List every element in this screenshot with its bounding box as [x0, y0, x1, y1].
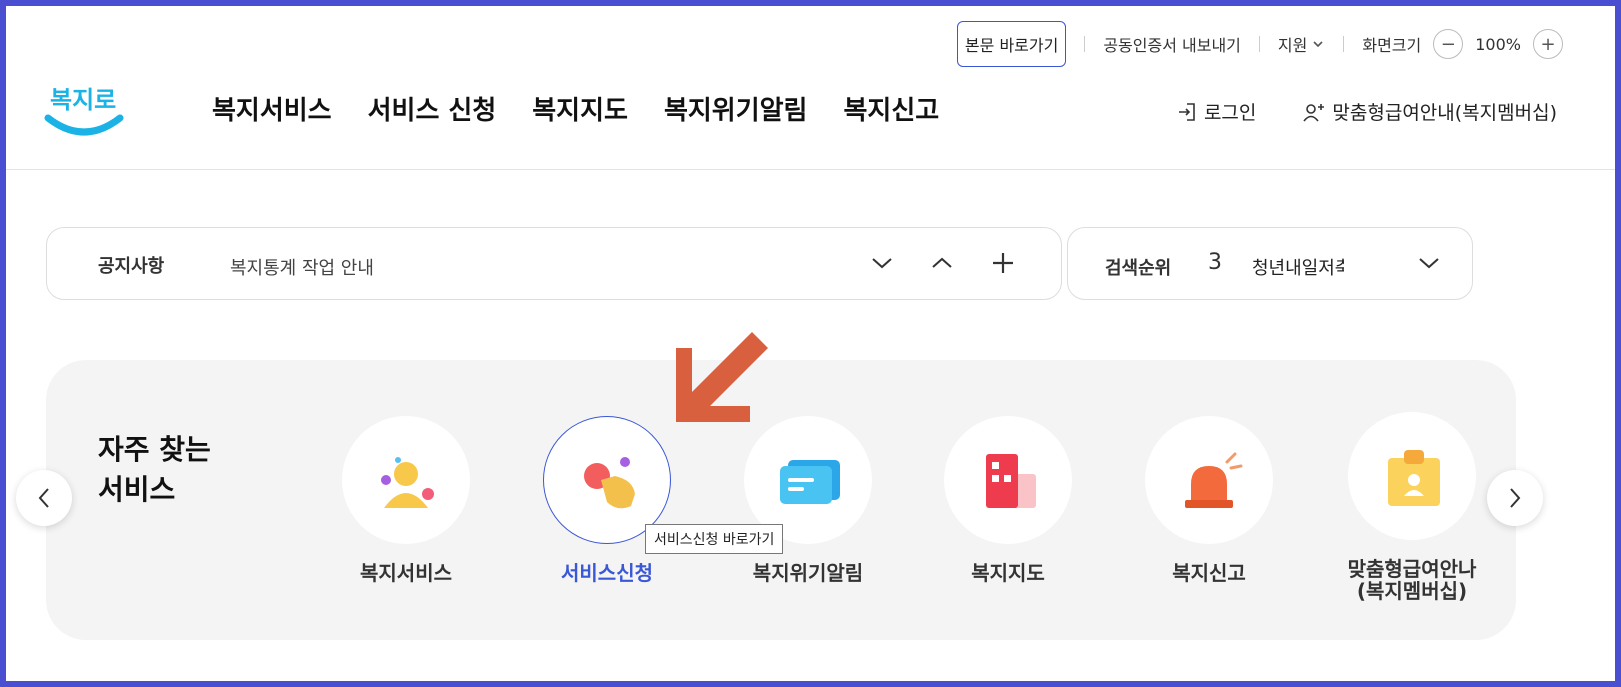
cert-export-link[interactable]: 공동인증서 내보내기 [1103, 32, 1241, 56]
ranking-expand-button[interactable] [1412, 246, 1446, 280]
title-line-1: 자주 찾는 [98, 433, 211, 466]
service-label: 복지서비스 [360, 561, 452, 585]
logo-text: 복지로 [50, 86, 116, 114]
page-frame: 본문 바로가기 공동인증서 내보내기 지원 화면크기 − 100% + 복지로 … [6, 6, 1615, 681]
support-dropdown[interactable]: 지원 [1278, 32, 1325, 56]
membership-link[interactable]: 맞춤형급여안내(복지멤버십) [1302, 98, 1557, 125]
nav-item-crisis-alert[interactable]: 복지위기알림 [664, 90, 808, 127]
login-icon [1178, 102, 1195, 121]
service-item-crisis-alert[interactable]: 복지위기알림 [728, 416, 888, 584]
service-item-welfare-map[interactable]: 복지지도 [928, 416, 1088, 584]
utility-bar: 본문 바로가기 공동인증서 내보내기 지원 화면크기 − 100% + [956, 21, 1563, 67]
message-icon [780, 460, 840, 504]
nav-item-welfare-map[interactable]: 복지지도 [532, 90, 628, 127]
service-label: 복지위기알림 [752, 561, 864, 585]
service-label-line-1: 맞춤형급여안나 [1347, 557, 1477, 581]
zoom-value: 100% [1475, 34, 1521, 54]
zoom-out-button[interactable]: − [1433, 29, 1464, 59]
divider [1084, 36, 1086, 52]
plus-icon [993, 253, 1013, 273]
siren-icon [1185, 452, 1243, 508]
membership-label: 맞춤형급여안내(복지멤버십) [1332, 102, 1557, 124]
service-icon-circle [944, 416, 1072, 544]
account-nav: 로그인 맞춤형급여안내(복지멤버십) [1176, 98, 1557, 125]
frequent-services-title: 자주 찾는 서비스 [98, 430, 211, 510]
zoom-in-button[interactable]: + [1533, 29, 1563, 59]
service-label: 복지신고 [1172, 561, 1246, 585]
notice-prev-button[interactable] [925, 246, 959, 280]
user-plus-icon [1303, 103, 1325, 122]
service-item-membership[interactable]: 맞춤형급여안나 (복지멤버십) [1332, 412, 1492, 602]
divider [1343, 36, 1345, 52]
hand-tap-icon [584, 457, 635, 509]
map-building-icon [986, 454, 1036, 508]
nav-item-welfare-report[interactable]: 복지신고 [843, 90, 939, 127]
header-divider [6, 169, 1615, 170]
search-ranking: 검색순위 3 청년내일저축 [1067, 227, 1473, 300]
ranking-keyword[interactable]: 청년내일저축 [1252, 254, 1344, 280]
login-link[interactable]: 로그인 [1176, 98, 1256, 125]
main-nav: 복지서비스 서비스 신청 복지지도 복지위기알림 복지신고 [212, 90, 939, 127]
service-label: 복지지도 [971, 561, 1045, 585]
frequent-services-panel: 자주 찾는 서비스 복지서비스 서비스신청 복지위기알림 복지지도 복지신고 맞… [46, 360, 1516, 640]
nav-item-welfare-service[interactable]: 복지서비스 [212, 90, 332, 127]
service-icon-circle [1145, 416, 1273, 544]
chevron-down-icon [1313, 41, 1323, 48]
notice-text[interactable]: 복지통계 작업 안내 [230, 254, 374, 280]
support-label: 지원 [1277, 36, 1308, 55]
people-icon [381, 457, 434, 508]
pointer-arrow-icon [676, 332, 768, 422]
chevron-left-icon [38, 488, 49, 508]
ranking-label: 검색순위 [1105, 258, 1172, 279]
carousel-prev-button[interactable] [16, 470, 72, 526]
notice-bar: 공지사항 복지통계 작업 안내 [46, 227, 1062, 300]
chevron-down-icon [872, 258, 892, 269]
chevron-right-icon [1510, 488, 1521, 508]
service-label: 맞춤형급여안나 (복지멤버십) [1332, 558, 1492, 602]
chevron-down-icon [1419, 258, 1439, 269]
screen-size-label: 화면크기 [1362, 36, 1422, 55]
notice-next-button[interactable] [865, 246, 899, 280]
service-item-report[interactable]: 복지신고 [1129, 416, 1289, 584]
service-icon-circle [342, 416, 470, 544]
tooltip: 서비스신청 바로가기 [645, 524, 784, 554]
id-card-icon [1388, 450, 1440, 506]
chevron-up-icon [932, 257, 952, 268]
service-label-line-2: (복지멤버십) [1356, 579, 1468, 603]
login-label: 로그인 [1203, 102, 1257, 124]
notice-more-button[interactable] [986, 246, 1020, 280]
divider [1258, 36, 1260, 52]
notice-label: 공지사항 [98, 256, 165, 277]
nav-item-service-apply[interactable]: 서비스 신청 [368, 90, 497, 127]
ranking-number: 3 [1208, 250, 1222, 275]
skip-to-content-link[interactable]: 본문 바로가기 [956, 21, 1067, 67]
bokjiro-logo[interactable]: 복지로 [44, 74, 124, 142]
service-item-welfare[interactable]: 복지서비스 [326, 416, 486, 584]
service-item-apply[interactable]: 서비스신청 [527, 416, 687, 584]
carousel-next-button[interactable] [1487, 470, 1543, 526]
title-line-2: 서비스 [98, 473, 176, 506]
service-icon-circle [1348, 412, 1476, 540]
service-label: 서비스신청 [561, 561, 653, 585]
